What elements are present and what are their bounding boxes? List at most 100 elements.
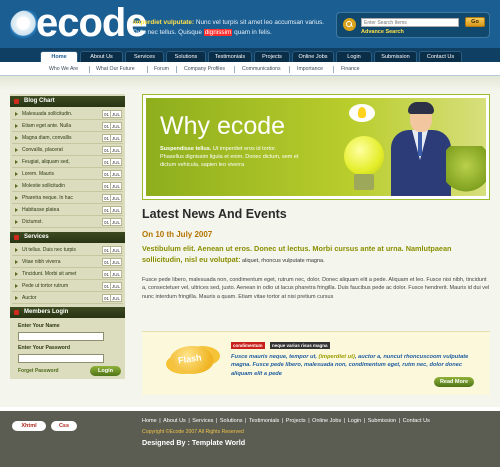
tagline-highlight: Imperdiet vulputate:: [133, 19, 195, 26]
arrow-icon: [15, 208, 18, 212]
go-button[interactable]: Go: [465, 17, 485, 27]
date-badge: 01 JUL: [102, 294, 122, 302]
date-day: 01: [104, 171, 111, 178]
subnav-company-profiles[interactable]: Company Profiles: [184, 66, 225, 72]
footer-link[interactable]: Testimonials: [249, 418, 279, 424]
tab-home[interactable]: Home: [40, 51, 78, 62]
footer-link[interactable]: Services: [192, 418, 213, 424]
arrow-icon: [15, 124, 18, 128]
css-badge[interactable]: Css: [51, 421, 77, 431]
footer-link-separator: |: [157, 418, 163, 424]
date-month: JUL: [112, 172, 121, 177]
login-button[interactable]: Login: [90, 366, 121, 376]
footer-link-separator: |: [342, 418, 347, 424]
flash-tag-condimentum[interactable]: condimentum: [231, 342, 265, 349]
list-item[interactable]: Vitae nibh viverra 01 JUL: [12, 257, 123, 268]
date-month: JUL: [112, 184, 121, 189]
tab-testimonials[interactable]: Testimonials: [208, 51, 252, 62]
footer-link[interactable]: Online Jobs: [312, 418, 341, 424]
read-more-button[interactable]: Read More: [434, 377, 474, 387]
tab-about-us[interactable]: About Us: [80, 51, 123, 62]
bullet-icon: [14, 310, 19, 315]
main-nav: Home About Us Services Solutions Testimo…: [0, 48, 500, 62]
footer-link-separator: |: [306, 418, 312, 424]
date-day: 01: [104, 159, 111, 166]
subnav-finance[interactable]: Finance: [341, 66, 359, 72]
search-box: Go Advance Search: [336, 12, 490, 38]
blog-chart-title: Blog Chart: [24, 98, 55, 104]
subnav-forum[interactable]: Forum: [154, 66, 169, 72]
tab-submission[interactable]: Submission: [374, 51, 417, 62]
footer-link-separator: |: [243, 418, 249, 424]
date-badge: 01 JUL: [102, 206, 122, 214]
tab-solutions[interactable]: Solutions: [166, 51, 206, 62]
list-item[interactable]: Pharetra neque. In hac 01 JUL: [12, 193, 123, 204]
date-day: 01: [104, 283, 111, 290]
list-item[interactable]: Lorem. Mauris 01 JUL: [12, 169, 123, 180]
footer-link[interactable]: Projects: [286, 418, 306, 424]
list-item-label: Lorem. Mauris: [22, 171, 54, 177]
blog-chart-heading: Blog Chart: [10, 96, 125, 107]
footer-link[interactable]: Contact Us: [403, 418, 430, 424]
tab-online-jobs[interactable]: Online Jobs: [292, 51, 334, 62]
footer-link[interactable]: Submission: [368, 418, 396, 424]
advanced-search-link[interactable]: Advance Search: [361, 29, 404, 35]
tab-login[interactable]: Login: [336, 51, 372, 62]
footer-link-separator: |: [362, 418, 367, 424]
list-item[interactable]: Tincidunt. Morbi sit amet 01 JUL: [12, 269, 123, 280]
tagline-line2a: Duis nec tellus. Quisque: [133, 29, 204, 36]
date-month: JUL: [112, 148, 121, 153]
date-day: 01: [104, 247, 111, 254]
banner-title: Why ecode: [160, 112, 286, 140]
businessman-hair: [408, 102, 434, 114]
tab-projects[interactable]: Projects: [254, 51, 290, 62]
list-item-label: Feugiat, aliquam sed,: [22, 159, 70, 165]
subnav-what-our-future[interactable]: What Our Future: [96, 66, 135, 72]
password-field[interactable]: [18, 354, 104, 363]
tagline-line2b: quam in felis.: [232, 29, 272, 36]
subnav-importance[interactable]: Importance: [297, 66, 323, 72]
forgot-password-link[interactable]: Forget Password: [18, 368, 59, 374]
list-item[interactable]: Molestie sollicitudin 01 JUL: [12, 181, 123, 192]
list-item[interactable]: Habitasse platea 01 JUL: [12, 205, 123, 216]
flash-tag-neque[interactable]: neque varius risus magna: [270, 342, 330, 349]
bullet-icon: [14, 235, 19, 240]
list-item-label: Convallis, placerat: [22, 147, 63, 153]
news-lead-tail: aliquet, rhoncus vulputate magna.: [240, 258, 325, 264]
list-item[interactable]: Feugiat, aliquam sed, 01 JUL: [12, 157, 123, 168]
footer-link[interactable]: About Us: [163, 418, 186, 424]
tab-contact-us[interactable]: Contact Us: [419, 51, 462, 62]
list-item[interactable]: Dictumst. 01 JUL: [12, 217, 123, 228]
subnav-communications[interactable]: Communications: [242, 66, 281, 72]
date-badge: 01 JUL: [102, 146, 122, 154]
list-item[interactable]: Auctor 01 JUL: [12, 293, 123, 304]
name-field[interactable]: [18, 332, 104, 341]
subnav-divider: [234, 66, 235, 73]
logo[interactable]: ecode: [8, 1, 148, 47]
flash-text-yellow: (imperdiet ut): [318, 354, 355, 360]
date-day: 01: [104, 135, 111, 142]
subnav-who-we-are[interactable]: Who We Are: [49, 66, 78, 72]
footer-link[interactable]: Solutions: [220, 418, 243, 424]
date-badge: 01 JUL: [102, 122, 122, 130]
list-item[interactable]: Pede ut tortor rutrum 01 JUL: [12, 281, 123, 292]
date-month: JUL: [112, 296, 121, 301]
date-month: JUL: [112, 136, 121, 141]
arrow-icon: [15, 160, 18, 164]
list-item[interactable]: Etiam eget ante. Nulla 01 JUL: [12, 121, 123, 132]
footer-link[interactable]: Login: [348, 418, 361, 424]
footer-link[interactable]: Home: [142, 418, 157, 424]
date-badge: 01 JUL: [102, 282, 122, 290]
list-item[interactable]: Magna diam, convallis 01 JUL: [12, 133, 123, 144]
date-day: 01: [104, 219, 111, 226]
list-item[interactable]: Malesuada sollicitudin. 01 JUL: [12, 109, 123, 120]
date-badge: 01 JUL: [102, 182, 122, 190]
list-item[interactable]: Convallis, placerat 01 JUL: [12, 145, 123, 156]
list-item[interactable]: Ut tellus. Duis nec turpis 01 JUL: [12, 245, 123, 256]
tab-services[interactable]: Services: [125, 51, 164, 62]
xhtml-badge[interactable]: Xhtml: [12, 421, 46, 431]
arrow-icon: [15, 220, 18, 224]
date-month: JUL: [112, 160, 121, 165]
search-input[interactable]: [361, 18, 459, 27]
arrow-icon: [15, 248, 18, 252]
